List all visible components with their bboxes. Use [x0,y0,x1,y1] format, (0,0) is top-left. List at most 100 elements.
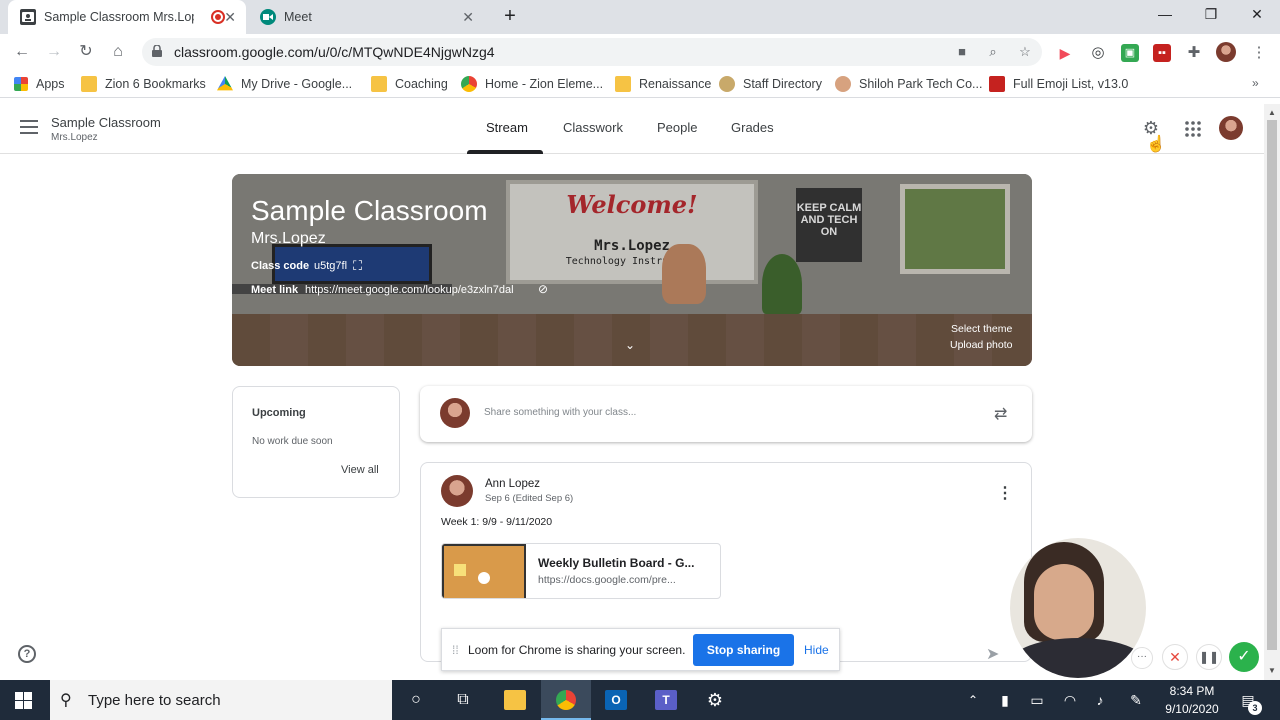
send-icon[interactable]: ➤ [986,644,999,664]
view-all-link[interactable]: View all [341,464,379,476]
stop-sharing-button[interactable]: Stop sharing [693,634,794,666]
show-hidden-icons[interactable]: ⌃ [963,690,983,710]
close-window-icon[interactable]: ✕ [1245,6,1269,23]
bookmark-item[interactable]: My Drive - Google... [217,76,352,92]
loom-webcam-bubble[interactable] [1010,538,1146,678]
cortana-icon[interactable]: ○ [406,690,426,710]
loom-cancel-icon[interactable]: ✕ [1162,644,1188,670]
windows-start-icon[interactable] [15,692,32,709]
taskbar-chrome-active[interactable] [541,680,591,720]
address-bar[interactable]: classroom.google.com/u/0/c/MTQwNDE4NjgwN… [142,38,1042,66]
class-name[interactable]: Sample Classroom [51,115,161,130]
teams-icon[interactable]: T [655,690,677,710]
select-theme-link[interactable]: Select theme [951,323,1012,335]
task-view-icon[interactable]: ⧉ [453,690,473,710]
hide-link-icon[interactable]: ⊘ [538,282,548,296]
upload-photo-link[interactable]: Upload photo [950,339,1012,351]
bookmark-item[interactable]: Staff Directory [719,76,822,92]
bookmark-item[interactable]: Home - Zion Eleme... [461,76,603,92]
wifi-icon[interactable]: ◠ [1060,690,1080,710]
browser-tab-classroom[interactable]: Sample Classroom Mrs.Lope ✕ [8,0,246,34]
outlook-icon[interactable]: O [605,690,627,710]
bookmark-label: Full Emoji List, v13.0 [1013,77,1129,91]
zoom-icon[interactable]: ⌕ [985,44,1001,60]
loom-finish-icon[interactable]: ✓ [1229,642,1259,672]
scrollbar-thumb[interactable] [1267,120,1277,650]
bookmark-folder[interactable]: Coaching [371,76,448,92]
scroll-down-icon[interactable]: ▼ [1268,666,1276,675]
loom-pause-icon[interactable]: ❚❚ [1196,644,1222,670]
bookmark-item[interactable]: Shiloh Park Tech Co... [835,76,982,92]
expand-banner-chevron-icon[interactable]: ⌄ [625,338,635,352]
pen-icon[interactable]: ✎ [1126,690,1146,710]
bookmark-folder[interactable]: Zion 6 Bookmarks [81,76,206,92]
battery-icon[interactable]: ▭ [1027,690,1047,710]
file-explorer-icon[interactable] [504,690,526,710]
tab-people[interactable]: People [657,120,697,135]
profile-avatar[interactable] [1216,42,1236,62]
new-tab-icon[interactable]: + [500,6,520,26]
notification-count-badge: 3 [1248,701,1262,715]
bookmark-apps[interactable]: Apps [14,76,65,92]
windows-taskbar: ⚲ Type here to search ○ ⧉ O T ⚙ ⌃ ▮ ▭ ◠ … [0,680,1280,720]
back-icon[interactable]: ← [12,42,32,62]
extension-icon[interactable]: ▣ [1121,44,1139,62]
loom-extension-icon[interactable]: ▶ [1056,44,1074,62]
home-icon[interactable]: ⌂ [108,42,128,62]
post-options-icon[interactable]: ⋮ [997,483,1013,503]
meet-link-url[interactable]: https://meet.google.com/lookup/e3zxln7da… [305,284,514,296]
bookmark-folder[interactable]: Renaissance [615,76,711,92]
folder-icon [615,76,631,92]
share-placeholder[interactable]: Share something with your class... [484,407,636,418]
extension-icon[interactable]: ▪▪ [1153,44,1171,62]
unicode-icon [989,76,1005,92]
bookmark-star-icon[interactable]: ☆ [1017,44,1033,60]
attachment-title: Weekly Bulletin Board - G... [538,556,695,570]
settings-app-icon[interactable]: ⚙ [705,690,725,710]
microphone-icon[interactable]: ▮ [995,690,1015,710]
camera-blocked-icon[interactable]: ■ [954,44,970,60]
share-box[interactable]: Share something with your class... ⇄ [420,386,1032,442]
help-icon[interactable]: ? [18,645,36,663]
restore-icon[interactable]: ❐ [1199,6,1223,23]
forward-icon[interactable]: → [44,42,64,62]
loom-more-icon[interactable]: ··· [1131,647,1153,669]
more-bookmarks-icon[interactable]: » [1252,76,1259,90]
active-tab-indicator [467,150,543,154]
close-tab-icon[interactable]: ✕ [224,9,236,25]
upcoming-title: Upcoming [252,407,306,419]
close-tab-icon[interactable]: ✕ [462,9,474,25]
reuse-post-icon[interactable]: ⇄ [994,404,1007,424]
drag-handle-icon[interactable]: ⁞⁞ [452,643,459,657]
google-apps-icon[interactable] [1185,121,1201,137]
clock-date[interactable]: 9/10/2020 [1160,702,1224,716]
webcam-person-shirt [1010,638,1146,678]
account-avatar[interactable] [1219,116,1243,140]
page-scrollbar[interactable]: ▲ ▼ [1264,104,1280,680]
taskbar-search-box[interactable]: ⚲ Type here to search [50,680,392,720]
extension-icon[interactable]: ◎ [1089,44,1107,62]
volume-icon[interactable]: ♪ [1090,690,1110,710]
attachment-url: https://docs.google.com/pre... [538,574,676,586]
hide-button[interactable]: Hide [804,643,829,657]
reload-icon[interactable]: ↻ [76,42,96,62]
post-attachment[interactable]: Weekly Bulletin Board - G... https://doc… [441,543,721,599]
attachment-thumbnail [442,544,526,598]
browser-tab-meet[interactable]: Meet ✕ [248,0,488,34]
hamburger-menu-icon[interactable] [20,120,38,134]
menu-dots-icon[interactable]: ⋮ [1250,44,1268,62]
bookmark-label: Coaching [395,77,448,91]
bookmark-label: Home - Zion Eleme... [485,77,604,91]
tab-grades[interactable]: Grades [731,120,774,135]
tech-coach-icon [835,76,851,92]
minimize-icon[interactable]: — [1153,6,1177,22]
scroll-up-icon[interactable]: ▲ [1268,108,1276,117]
clock-time[interactable]: 8:34 PM [1160,684,1224,698]
tab-stream[interactable]: Stream [486,120,528,135]
fullscreen-code-icon[interactable]: ⛶ [353,258,362,274]
tab-classwork[interactable]: Classwork [563,120,623,135]
puzzle-extensions-icon[interactable]: ✚ [1185,44,1203,62]
bookmark-item[interactable]: Full Emoji List, v13.0 [989,76,1128,92]
loom-sharing-bar: ⁞⁞ Loom for Chrome is sharing your scree… [441,628,840,671]
class-code-value: u5tg7fl [314,260,348,272]
